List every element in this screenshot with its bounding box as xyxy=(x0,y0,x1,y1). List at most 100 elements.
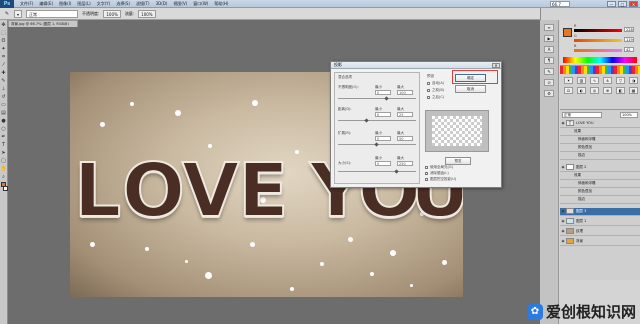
menu-window[interactable]: 窗口(W) xyxy=(193,1,208,7)
brush-tool-icon[interactable]: ✎ xyxy=(4,11,10,17)
history-brush-icon[interactable]: ↺ xyxy=(1,94,7,100)
document-tab[interactable]: 背景.jpg @ 66.7% (图层 1, RGB/8) xyxy=(8,20,78,27)
crop-tool-icon[interactable]: ⌗ xyxy=(1,54,7,60)
shape-tool-icon[interactable]: ▢ xyxy=(1,158,7,164)
option-checkbox[interactable] xyxy=(427,82,430,85)
vibrance-adjust-icon[interactable]: ▽ xyxy=(616,77,625,84)
eraser-tool-icon[interactable]: ▭ xyxy=(1,102,7,108)
zoom-field[interactable]: 66.7 xyxy=(550,0,570,7)
flow-field[interactable]: 100% xyxy=(138,9,156,18)
opacity-min-input[interactable]: 0 xyxy=(375,90,391,95)
actions-panel-icon[interactable]: ▶ xyxy=(544,35,554,42)
layer-effect-row[interactable]: 颜色叠加 xyxy=(560,188,640,196)
green-value[interactable]: 119 xyxy=(624,37,634,42)
knockout-checkbox[interactable] xyxy=(425,178,428,181)
type-tool-icon[interactable]: T xyxy=(1,142,7,148)
size-slider-track[interactable] xyxy=(338,171,416,172)
gradient-tool-icon[interactable]: ▤ xyxy=(1,110,7,116)
layer-opacity-field[interactable]: 100% xyxy=(620,112,638,118)
hand-tool-icon[interactable]: ✋ xyxy=(1,166,7,172)
global-light-checkbox[interactable] xyxy=(425,166,428,169)
menu-select[interactable]: 选择(S) xyxy=(116,1,130,7)
levels-adjust-icon[interactable]: ▥ xyxy=(577,77,586,84)
distance-min-input[interactable]: 0 xyxy=(375,112,391,117)
history-panel-icon[interactable]: ≡ xyxy=(544,24,554,31)
layer-effect-row[interactable]: 颜色叠加 xyxy=(560,144,640,152)
magic-wand-tool-icon[interactable]: ✦ xyxy=(1,46,7,52)
opacity-slider-track[interactable] xyxy=(338,98,416,99)
menu-type[interactable]: 文字(Y) xyxy=(97,1,111,7)
cancel-button[interactable]: 取消 xyxy=(455,85,486,93)
anti-alias-checkbox[interactable] xyxy=(425,172,428,175)
close-window-button[interactable]: ✕ xyxy=(629,1,638,7)
option-checkbox[interactable] xyxy=(427,89,430,92)
size-min-input[interactable]: 0 xyxy=(375,161,391,166)
color-ramp[interactable] xyxy=(563,57,637,63)
menu-3d[interactable]: 3D(D) xyxy=(156,1,168,6)
layer-effect-row[interactable]: 斜面和浮雕 xyxy=(560,136,640,144)
green-slider[interactable] xyxy=(574,39,622,42)
layer-effect-row[interactable]: 描边 xyxy=(560,152,640,160)
menu-file[interactable]: 文件(F) xyxy=(20,1,33,7)
opacity-slider-knob[interactable] xyxy=(384,96,389,101)
curves-adjust-icon[interactable]: ∿ xyxy=(590,77,599,84)
layer-row[interactable]: ◉ 背景 xyxy=(560,238,640,246)
red-slider[interactable] xyxy=(574,29,622,32)
layer-effect-row[interactable]: 效果 xyxy=(560,128,640,136)
layer-row-selected[interactable]: ◉ 图层 3 xyxy=(560,208,640,216)
menu-layer[interactable]: 图层(L) xyxy=(77,1,90,7)
brush-panel-icon[interactable]: ✎ xyxy=(544,68,554,75)
hue-adjust-icon[interactable]: ◑ xyxy=(629,77,638,84)
distance-slider-knob[interactable] xyxy=(364,118,369,123)
panel-foreground-swatch[interactable] xyxy=(563,28,572,37)
path-select-tool-icon[interactable]: ➤ xyxy=(1,150,7,156)
bw-adjust-icon[interactable]: ◐ xyxy=(577,87,586,94)
spread-min-input[interactable]: 0 xyxy=(375,136,391,141)
spread-max-input[interactable]: 50 xyxy=(397,136,413,141)
photo-filter-icon[interactable]: ◎ xyxy=(590,87,599,94)
size-slider-knob[interactable] xyxy=(394,169,399,174)
blue-value[interactable]: 42 xyxy=(624,47,634,52)
invert-icon[interactable]: ◧ xyxy=(616,87,625,94)
spread-slider-knob[interactable] xyxy=(374,142,379,147)
maximize-button[interactable]: □ xyxy=(618,1,627,7)
blur-tool-icon[interactable]: ● xyxy=(1,118,7,124)
stamp-tool-icon[interactable]: ⊥ xyxy=(1,86,7,92)
layer-effect-row[interactable]: 描边 xyxy=(560,196,640,204)
eyedropper-tool-icon[interactable]: ⁄ xyxy=(1,62,7,68)
layer-row[interactable]: ◉ 纹理 xyxy=(560,228,640,236)
menu-image[interactable]: 图像(I) xyxy=(59,1,71,7)
lasso-tool-icon[interactable]: ʘ xyxy=(1,38,7,44)
tool-presets-panel-icon[interactable]: ⚙ xyxy=(544,90,554,97)
dialog-close-button[interactable]: ✕ xyxy=(492,63,500,68)
paragraph-panel-icon[interactable]: ¶ xyxy=(544,57,554,64)
menu-edit[interactable]: 编辑(E) xyxy=(39,1,53,7)
menu-help[interactable]: 帮助(H) xyxy=(214,1,228,7)
swatches-strip[interactable] xyxy=(560,66,640,74)
marquee-tool-icon[interactable]: ⬚ xyxy=(1,30,7,36)
layer-effect-row[interactable]: 效果 xyxy=(560,172,640,180)
move-tool-icon[interactable]: ✥ xyxy=(1,22,7,28)
color-balance-icon[interactable]: ⚖ xyxy=(564,87,573,94)
brightness-adjust-icon[interactable]: ☀ xyxy=(564,77,573,84)
distance-max-input[interactable]: 25 xyxy=(397,112,413,117)
exposure-adjust-icon[interactable]: ± xyxy=(603,77,612,84)
character-panel-icon[interactable]: A xyxy=(544,46,554,53)
layer-effect-row[interactable]: 斜面和浮雕 xyxy=(560,180,640,188)
opacity-field[interactable]: 100% xyxy=(103,9,121,18)
brush-preset-picker[interactable]: ▾ xyxy=(14,9,23,18)
preview-button[interactable]: 预览 xyxy=(445,157,471,165)
layer-row[interactable]: ◉ 图层 1 xyxy=(560,218,640,226)
minimize-button[interactable]: — xyxy=(607,1,616,7)
background-color-swatch[interactable] xyxy=(2,186,8,191)
layer-row[interactable]: ◉ T LOVE YOU xyxy=(560,120,640,128)
pen-tool-icon[interactable]: ✒ xyxy=(1,134,7,140)
zoom-tool-icon[interactable]: ⌕ xyxy=(1,174,7,180)
channel-mixer-icon[interactable]: ⊕ xyxy=(603,87,612,94)
dodge-tool-icon[interactable]: ○ xyxy=(1,126,7,132)
layer-row[interactable]: ◉ 图层 2 xyxy=(560,164,640,172)
menu-view[interactable]: 视图(V) xyxy=(173,1,187,7)
menu-filter[interactable]: 滤镜(T) xyxy=(136,1,150,7)
opacity-max-input[interactable]: 100 xyxy=(397,90,413,95)
posterize-icon[interactable]: ▦ xyxy=(629,87,638,94)
